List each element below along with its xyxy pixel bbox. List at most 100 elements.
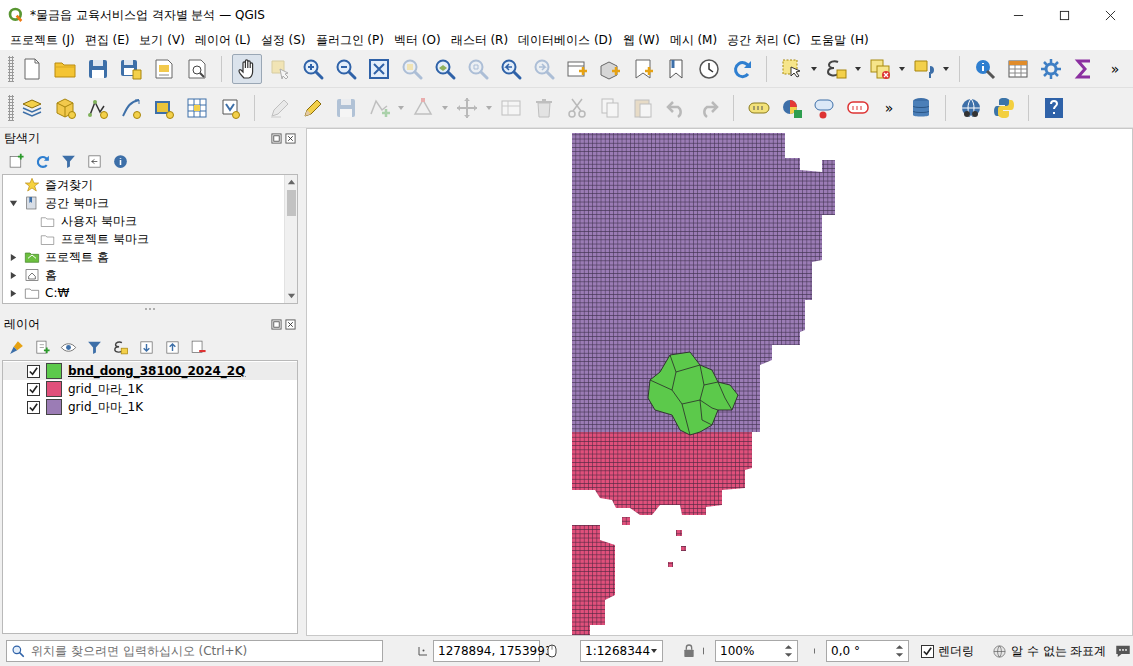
magnification-spinbox[interactable]: 100% xyxy=(715,640,798,662)
expand-arrow-icon[interactable] xyxy=(6,271,20,280)
toolbar-button[interactable] xyxy=(50,93,80,123)
toolbar-button[interactable] xyxy=(628,93,658,123)
toolbar-button[interactable] xyxy=(1069,54,1099,84)
toolbar-button[interactable] xyxy=(810,93,840,123)
toolbar-button[interactable] xyxy=(397,54,427,84)
spin-arrows-icon[interactable] xyxy=(895,641,907,661)
toolbar-button[interactable] xyxy=(694,54,724,84)
crs-button[interactable]: 알 수 없는 좌표계 xyxy=(992,643,1106,660)
toolbar-button[interactable] xyxy=(821,54,851,84)
close-dock-icon[interactable] xyxy=(285,133,296,144)
toolbar-button[interactable] xyxy=(452,93,482,123)
toolbar-button[interactable] xyxy=(331,54,361,84)
layer-row[interactable]: grid_마라_1K xyxy=(3,380,297,398)
toolbar-button[interactable] xyxy=(83,93,113,123)
layer-row[interactable]: bnd_dong_38100_2024_2Q xyxy=(3,362,297,380)
toolbar-button[interactable] xyxy=(628,54,658,84)
toolbar-button[interactable] xyxy=(843,93,873,123)
dropdown-arrow-icon[interactable] xyxy=(483,93,494,123)
toolbar-button[interactable] xyxy=(298,54,328,84)
toolbar-button[interactable] xyxy=(909,54,939,84)
layer-checkbox[interactable] xyxy=(27,383,40,396)
toolbar-button[interactable] xyxy=(744,93,774,123)
dropdown-arrow-icon[interactable] xyxy=(940,54,951,84)
style-brush-icon[interactable] xyxy=(6,337,26,357)
toolbar-button[interactable] xyxy=(17,93,47,123)
tree-child-item[interactable]: 사용자 북마크 xyxy=(3,212,284,230)
toolbar-button[interactable] xyxy=(149,54,179,84)
toolbar-button[interactable] xyxy=(1003,54,1033,84)
coordinate-field[interactable]: 1278894, 1753993 xyxy=(433,640,540,662)
menu-item[interactable]: 도움말 (H) xyxy=(805,31,873,49)
menu-item[interactable]: 메시 (M) xyxy=(665,31,723,49)
toolbar-button[interactable] xyxy=(364,54,394,84)
menu-item[interactable]: 공간 처리 (C) xyxy=(722,31,805,49)
toolbar-button[interactable] xyxy=(496,54,526,84)
toolbar-button[interactable] xyxy=(116,93,146,123)
menu-item[interactable]: 설정 (S) xyxy=(256,31,311,49)
float-dock-icon[interactable] xyxy=(271,319,282,330)
toolbar-button[interactable] xyxy=(529,54,559,84)
maximize-button[interactable] xyxy=(1041,0,1087,30)
toolbar-overflow[interactable]: » xyxy=(874,100,904,116)
toolbar-button[interactable] xyxy=(1036,54,1066,84)
info-icon[interactable] xyxy=(110,151,130,171)
float-dock-icon[interactable] xyxy=(271,133,282,144)
tree-item[interactable]: 즐겨찾기 xyxy=(3,176,284,194)
tree-item[interactable]: 홈 xyxy=(3,266,284,284)
toolbar-button[interactable] xyxy=(1039,93,1069,123)
scrollbar[interactable] xyxy=(284,175,297,303)
toolbar-button[interactable] xyxy=(17,54,47,84)
add-group-icon[interactable] xyxy=(32,337,52,357)
toolbar-button[interactable] xyxy=(430,54,460,84)
tree-child-item[interactable]: 프로젝트 북마크 xyxy=(3,230,284,248)
toolbar-button[interactable] xyxy=(661,93,691,123)
toolbar-button[interactable] xyxy=(562,54,592,84)
messages-bubble-icon[interactable] xyxy=(1114,642,1132,660)
filter-icon[interactable] xyxy=(58,151,78,171)
dropdown-arrow-icon[interactable] xyxy=(852,54,863,84)
menu-item[interactable]: 보기 (V) xyxy=(134,31,189,49)
tree-item[interactable]: C:₩ xyxy=(3,284,284,302)
expand-all-icon[interactable] xyxy=(136,337,156,357)
toolbar-button[interactable] xyxy=(529,93,559,123)
map-canvas[interactable] xyxy=(306,128,1133,636)
expand-arrow-icon[interactable] xyxy=(6,199,20,208)
toolbar-button[interactable] xyxy=(83,54,113,84)
toolbar-button[interactable] xyxy=(595,93,625,123)
toolbar-button[interactable] xyxy=(149,93,179,123)
close-dock-icon[interactable] xyxy=(285,319,296,330)
filter-expression-icon[interactable] xyxy=(110,337,130,357)
toolbar-button[interactable] xyxy=(989,93,1019,123)
toolbar-button[interactable] xyxy=(364,93,394,123)
visibility-eye-icon[interactable] xyxy=(58,337,78,357)
dropdown-arrow-icon[interactable] xyxy=(896,54,907,84)
menu-item[interactable]: 레이어 (L) xyxy=(190,31,256,49)
toolbar-button[interactable] xyxy=(727,54,757,84)
toolbar-button[interactable] xyxy=(265,93,295,123)
toolbar-button[interactable] xyxy=(182,54,212,84)
dock-splitter[interactable] xyxy=(0,304,300,314)
toolbar-button[interactable] xyxy=(777,54,807,84)
toolbar-button[interactable] xyxy=(215,93,245,123)
add-selected-icon[interactable] xyxy=(6,151,26,171)
dropdown-arrow-icon[interactable] xyxy=(808,54,819,84)
render-checkbox[interactable] xyxy=(921,645,934,658)
toolbar-button[interactable] xyxy=(777,93,807,123)
toolbar-button[interactable] xyxy=(50,54,80,84)
toolbar-button[interactable] xyxy=(562,93,592,123)
toolbar-button[interactable] xyxy=(116,54,146,84)
menu-item[interactable]: 편집 (E) xyxy=(80,31,135,49)
toolbar-overflow[interactable]: » xyxy=(1100,61,1130,77)
tree-item[interactable]: 프로젝트 홈 xyxy=(3,248,284,266)
toolbar-button[interactable] xyxy=(298,93,328,123)
scale-combo[interactable]: 1:1268344 xyxy=(580,640,663,662)
tree-item[interactable]: 공간 북마크 xyxy=(3,194,284,212)
menu-item[interactable]: 웹 (W) xyxy=(618,31,665,49)
toolbar-button[interactable] xyxy=(182,93,212,123)
toolbar-button[interactable] xyxy=(463,54,493,84)
dropdown-arrow-icon[interactable] xyxy=(439,93,450,123)
toolbar-button[interactable] xyxy=(331,93,361,123)
toolbar-button[interactable] xyxy=(694,93,724,123)
expand-arrow-icon[interactable] xyxy=(6,253,20,262)
